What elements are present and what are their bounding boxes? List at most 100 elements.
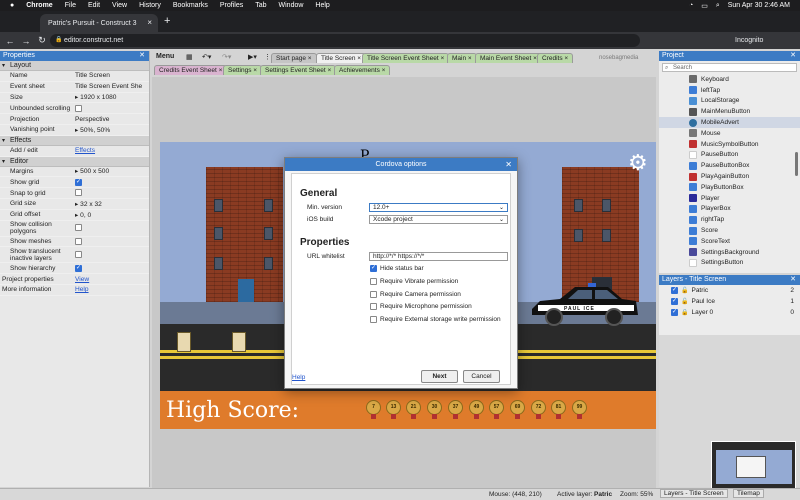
project-item[interactable]: LocalStorage <box>659 96 800 107</box>
prop-row-hierarchy[interactable]: Show hierarchy <box>0 263 149 275</box>
vibrate-option[interactable]: Require Vibrate permission <box>370 278 458 285</box>
help-link[interactable]: Help <box>292 374 305 381</box>
menu-help[interactable]: Help <box>315 2 329 9</box>
meshes-checkbox[interactable] <box>75 237 82 245</box>
prop-row-grid-size[interactable]: Grid size ▸ 32 x 32 <box>0 199 149 210</box>
prop-value[interactable]: Title Screen <box>75 72 149 79</box>
project-item[interactable]: rightTap <box>659 214 800 225</box>
menu-clock[interactable]: Sun Apr 30 2:46 AM <box>728 2 790 9</box>
min-version-select[interactable]: 12.0+ ⌄ <box>369 203 508 212</box>
prop-row-collision[interactable]: Show collision polygons <box>0 221 149 237</box>
microphone-option[interactable]: Require Microphone permission <box>370 303 472 310</box>
project-item[interactable]: Player <box>659 193 800 204</box>
tab-title-screen[interactable]: Title Screen × <box>316 53 367 63</box>
project-item[interactable]: ScoreText <box>659 236 800 247</box>
project-item[interactable]: SettingsBackground <box>659 247 800 258</box>
play-icon[interactable]: ▶▾ <box>248 53 257 61</box>
menu-tab[interactable]: Tab <box>255 2 266 9</box>
battery-icon[interactable]: ▭ <box>701 2 708 10</box>
unlock-icon[interactable]: 🔓 <box>681 298 688 305</box>
project-item[interactable]: PauseButton <box>659 150 800 161</box>
show-grid-checkbox[interactable] <box>75 178 82 186</box>
prop-row-translucent[interactable]: Show translucent inactive layers <box>0 247 149 264</box>
project-search-input[interactable]: ⌕ Search <box>662 63 797 72</box>
project-item[interactable]: MobileAdvert <box>659 117 800 128</box>
menu-profiles[interactable]: Profiles <box>220 2 243 9</box>
project-item[interactable]: Mouse <box>659 128 800 139</box>
collision-checkbox[interactable] <box>75 224 82 232</box>
close-tab-icon[interactable]: × <box>147 18 152 27</box>
layer-row[interactable]: 🔒Layer 0 0 <box>659 307 800 318</box>
project-item[interactable]: PlayerBox <box>659 204 800 215</box>
prop-row-grid-offset[interactable]: Grid offset ▸ 0, 0 <box>0 210 149 221</box>
layer-row[interactable]: 🔓Paul Ice 1 <box>659 296 800 307</box>
project-item[interactable]: MusicSymbolButton <box>659 139 800 150</box>
next-button[interactable]: Next <box>421 370 458 383</box>
main-menu-button[interactable]: Menu <box>156 53 174 60</box>
close-icon[interactable]: ✕ <box>139 51 145 61</box>
prop-row-size[interactable]: Size ▸ 1920 x 1080 <box>0 93 149 104</box>
wifi-icon[interactable]: ◔ <box>689 2 693 9</box>
prop-row-projection[interactable]: Projection Perspective <box>0 114 149 125</box>
tab-main-event-sheet[interactable]: Main Event Sheet × <box>475 53 542 63</box>
microphone-checkbox[interactable] <box>370 303 377 310</box>
menu-bookmarks[interactable]: Bookmarks <box>173 2 208 9</box>
url-whitelist-input[interactable]: http://*/* https://*/* <box>369 252 508 261</box>
undo-icon[interactable]: ↶▾ <box>202 53 211 61</box>
project-item[interactable]: Keyboard <box>659 74 800 85</box>
menu-file[interactable]: File <box>65 2 76 9</box>
close-icon[interactable]: ✕ <box>790 51 796 61</box>
close-icon[interactable]: ✕ <box>790 275 796 285</box>
forward-icon[interactable]: → <box>20 36 32 46</box>
hierarchy-checkbox[interactable] <box>75 264 82 272</box>
menu-app-name[interactable]: Chrome <box>26 2 52 9</box>
prop-row-event-sheet[interactable]: Event sheet Title Screen Event She <box>0 82 149 93</box>
prop-row-meshes[interactable]: Show meshes <box>0 237 149 248</box>
project-item[interactable]: SettingsButton <box>659 258 800 269</box>
storage-checkbox[interactable] <box>370 316 377 323</box>
project-item[interactable]: PlayAgainButton <box>659 171 800 182</box>
redo-icon[interactable]: ↷▾ <box>222 53 231 61</box>
project-item[interactable]: PauseButtonBox <box>659 160 800 171</box>
camera-checkbox[interactable] <box>370 291 377 298</box>
layout-minimap[interactable] <box>711 441 796 489</box>
project-scrollbar[interactable] <box>795 152 798 176</box>
hide-status-bar-option[interactable]: Hide status bar <box>370 264 424 272</box>
menu-view[interactable]: View <box>112 2 127 9</box>
giraffe-sprite[interactable] <box>177 332 191 352</box>
save-icon[interactable]: ▦ <box>186 53 193 61</box>
tab-credits[interactable]: Credits × <box>537 53 574 63</box>
back-icon[interactable]: ← <box>4 36 16 46</box>
incognito-badge[interactable]: Incognito <box>735 34 763 47</box>
tab-tilemap-bottom[interactable]: Tilemap <box>733 489 764 498</box>
prop-row-vanishing[interactable]: Vanishing point ▸ 50%, 50% <box>0 125 149 136</box>
prop-row-add-edit[interactable]: Add / edit Effects <box>0 146 149 157</box>
unbounded-checkbox[interactable] <box>75 104 82 112</box>
more-icon[interactable]: ⋮ <box>264 53 271 61</box>
tab-credits-event-sheet[interactable]: Credits Event Sheet × <box>154 65 228 75</box>
tab-main[interactable]: Main × <box>447 53 477 63</box>
cancel-button[interactable]: Cancel <box>463 370 500 383</box>
vibrate-checkbox[interactable] <box>370 278 377 285</box>
lock-icon[interactable]: 🔒 <box>681 309 688 316</box>
project-item[interactable]: PlayButtonBox <box>659 182 800 193</box>
browser-tab[interactable]: Patric's Pursuit - Construct 3 × <box>40 14 158 32</box>
tab-settings[interactable]: Settings × <box>223 65 263 75</box>
camera-option[interactable]: Require Camera permission <box>370 291 461 298</box>
menu-edit[interactable]: Edit <box>88 2 100 9</box>
tab-layers-bottom[interactable]: Layers - Title Screen <box>660 489 728 498</box>
menu-window[interactable]: Window <box>279 2 304 9</box>
prop-row-project-properties[interactable]: Project properties View <box>0 274 149 285</box>
layer-visible-checkbox[interactable] <box>671 286 678 294</box>
apple-icon[interactable]: ● <box>10 2 14 9</box>
tab-settings-event-sheet[interactable]: Settings Event Sheet × <box>260 65 337 75</box>
reload-icon[interactable]: ↻ <box>36 35 48 46</box>
prop-value[interactable]: ▸ 32 x 32 <box>75 200 149 208</box>
prop-row-more-info[interactable]: More information Help <box>0 285 149 296</box>
giraffe-sprite[interactable] <box>232 332 246 352</box>
prop-value[interactable]: ▸ 0, 0 <box>75 211 149 219</box>
prop-row-show-grid[interactable]: Show grid <box>0 177 149 189</box>
section-layout[interactable]: ▾ Layout <box>0 61 149 71</box>
unlock-icon[interactable]: 🔓 <box>681 287 688 294</box>
prop-value[interactable]: Title Screen Event She <box>75 83 149 90</box>
